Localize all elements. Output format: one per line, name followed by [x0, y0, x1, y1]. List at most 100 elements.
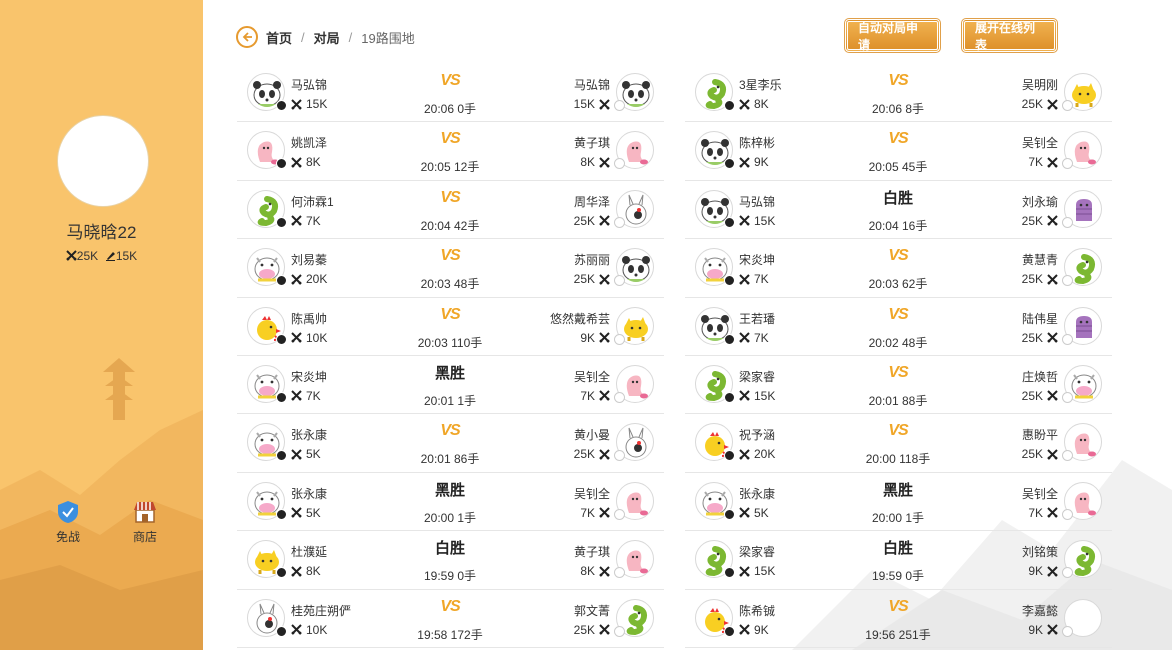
player-avatar[interactable]	[1062, 598, 1102, 637]
game-row[interactable]: 梁家睿 15K 白胜 19:59 0手 刘铭策 9K	[685, 531, 1112, 590]
player-name: 张永康	[739, 486, 776, 501]
breadcrumb-games[interactable]: 对局	[314, 28, 340, 47]
player-avatar[interactable]	[1062, 423, 1102, 462]
game-row[interactable]: 祝予涵 20K VS 20:00 118手 惠盼平 25K	[685, 414, 1112, 473]
player-rank: 25K	[1022, 272, 1058, 286]
player-avatar[interactable]	[1062, 306, 1102, 345]
player-avatar[interactable]	[247, 131, 287, 170]
player-avatar[interactable]	[695, 189, 735, 228]
breadcrumb-home[interactable]: 首页	[266, 28, 292, 47]
game-row[interactable]: 陈禹帅 10K VS 20:03 110手 悠然戴希芸 9K	[237, 298, 664, 356]
game-row[interactable]: 何沛霖1 7K VS 20:04 42手 周华泽 25K	[237, 181, 664, 240]
game-row[interactable]: 马弘锦 15K 白胜 20:04 16手 刘永瑜 25K	[685, 181, 1112, 240]
free-battle-button[interactable]: 免战	[48, 500, 88, 545]
player-avatar[interactable]	[247, 248, 287, 287]
player-avatar[interactable]	[695, 423, 735, 462]
game-time-moves: 20:03 62手	[848, 275, 948, 292]
player-avatar[interactable]	[247, 189, 287, 228]
game-time: 19:56	[865, 627, 896, 642]
stone-color-icon	[724, 508, 735, 520]
game-row[interactable]: 马弘锦 15K VS 20:06 0手 马弘锦 15K	[237, 64, 664, 123]
player-name: 悠然戴希芸	[549, 311, 610, 326]
player-avatar[interactable]	[1062, 131, 1102, 170]
stone-color-icon	[276, 216, 287, 228]
player-name: 庄焕哲	[1021, 369, 1058, 384]
game-row[interactable]: 张永康 5K VS 20:01 86手 黄小曼 25K	[237, 414, 664, 473]
player-avatar[interactable]	[614, 540, 654, 579]
crossed-swords-icon	[599, 215, 610, 226]
player-avatar[interactable]	[247, 598, 287, 637]
player-avatar[interactable]	[1062, 364, 1102, 403]
crossed-swords-icon	[291, 507, 302, 518]
game-row[interactable]: 宋炎坤 7K 黑胜 20:01 1手 吴钊全 7K	[237, 356, 664, 415]
player-avatar[interactable]	[1062, 189, 1102, 228]
player-avatar[interactable]	[614, 248, 654, 287]
player-avatar[interactable]	[695, 248, 735, 287]
stone-color-icon	[1062, 333, 1073, 345]
player-avatar[interactable]	[1062, 248, 1102, 287]
rank-text: 25K	[1021, 272, 1043, 287]
breadcrumb-separator: /	[301, 29, 305, 45]
player-avatar[interactable]	[247, 306, 287, 345]
player-avatar[interactable]	[1062, 540, 1102, 579]
auto-match-button[interactable]: 自动对局申请	[844, 18, 941, 53]
game-info: VS 20:06 8手	[848, 70, 948, 117]
game-time-moves: 20:03 48手	[400, 275, 500, 292]
player-avatar[interactable]	[614, 131, 654, 170]
player-avatar[interactable]	[614, 306, 654, 345]
player-rank: 8K	[739, 97, 769, 111]
game-row[interactable]: 王若璠 7K VS 20:02 48手 陆伟星 25K	[685, 298, 1112, 356]
crossed-swords-icon	[599, 624, 610, 635]
player-avatar[interactable]	[247, 423, 287, 462]
crossed-swords-icon	[1047, 273, 1058, 285]
game-row[interactable]: 桂苑庄朔俨 10K VS 19:58 172手 郭文菁 25K	[237, 590, 664, 648]
player-avatar[interactable]	[247, 73, 287, 111]
game-row[interactable]: 张永康 5K 黑胜 20:00 1手 吴钊全 7K	[685, 473, 1112, 532]
player-avatar[interactable]	[247, 540, 287, 579]
player-avatar[interactable]	[614, 73, 654, 111]
player-avatar[interactable]	[614, 481, 654, 520]
vs-label: VS	[888, 597, 908, 615]
stone-color-icon	[724, 333, 735, 345]
game-row[interactable]: 3星李乐 8K VS 20:06 8手 吴明刚 25K	[685, 64, 1112, 123]
player-avatar[interactable]	[614, 598, 654, 637]
game-row[interactable]: 宋炎坤 7K VS 20:03 62手 黄慧青 25K	[685, 239, 1112, 298]
expand-online-list-button[interactable]: 展开在线列表	[961, 18, 1058, 53]
game-row[interactable]: 张永康 5K 黑胜 20:00 1手 吴钊全 7K	[237, 473, 664, 532]
player-avatar[interactable]	[614, 189, 654, 228]
player-avatar[interactable]	[695, 540, 735, 579]
player-avatar[interactable]	[614, 364, 654, 403]
back-button[interactable]	[236, 26, 258, 48]
game-row[interactable]: 刘易蓁 20K VS 20:03 48手 苏丽丽 25K	[237, 239, 664, 298]
stone-color-icon	[614, 216, 625, 228]
game-moves: 12手	[454, 160, 480, 175]
game-time-moves: 20:00 1手	[400, 509, 500, 526]
player-avatar[interactable]	[695, 73, 735, 111]
rank-text: 9K	[754, 622, 769, 637]
game-row[interactable]: 杜濮延 8K 白胜 19:59 0手 黄子琪 8K	[237, 531, 664, 590]
player-avatar[interactable]	[695, 131, 735, 170]
player-name: 陆伟星	[1021, 311, 1058, 326]
game-row[interactable]: 梁家睿 15K VS 20:01 88手 庄焕哲 25K	[685, 356, 1112, 415]
player-rank: 15K	[739, 564, 775, 578]
player-rank: 9K	[1028, 564, 1058, 578]
player-avatar[interactable]	[247, 364, 287, 403]
game-row[interactable]: 姚凯泽 8K VS 20:05 12手 黄子琪 8K	[237, 122, 664, 181]
stone-color-icon	[276, 625, 287, 637]
game-time: 20:02	[868, 335, 899, 350]
shop-button[interactable]: 商店	[125, 500, 165, 545]
player-avatar[interactable]	[695, 306, 735, 345]
rank-text: 25K	[1021, 330, 1043, 345]
player-avatar[interactable]	[695, 364, 735, 403]
profile-avatar[interactable]	[57, 115, 149, 207]
player-avatar[interactable]	[695, 598, 735, 637]
game-moves: 42手	[454, 218, 480, 233]
player-avatar[interactable]	[1062, 481, 1102, 520]
player-avatar[interactable]	[247, 481, 287, 520]
game-row[interactable]: 陈梓彬 9K VS 20:05 45手 吴钊全 7K	[685, 122, 1112, 181]
player-avatar[interactable]	[1062, 73, 1102, 111]
player-avatar[interactable]	[695, 481, 735, 520]
game-row[interactable]: 陈希铖 9K VS 19:56 251手 李嘉懿 9K	[685, 590, 1112, 648]
player-avatar[interactable]	[614, 423, 654, 462]
vs-label: VS	[440, 422, 460, 440]
